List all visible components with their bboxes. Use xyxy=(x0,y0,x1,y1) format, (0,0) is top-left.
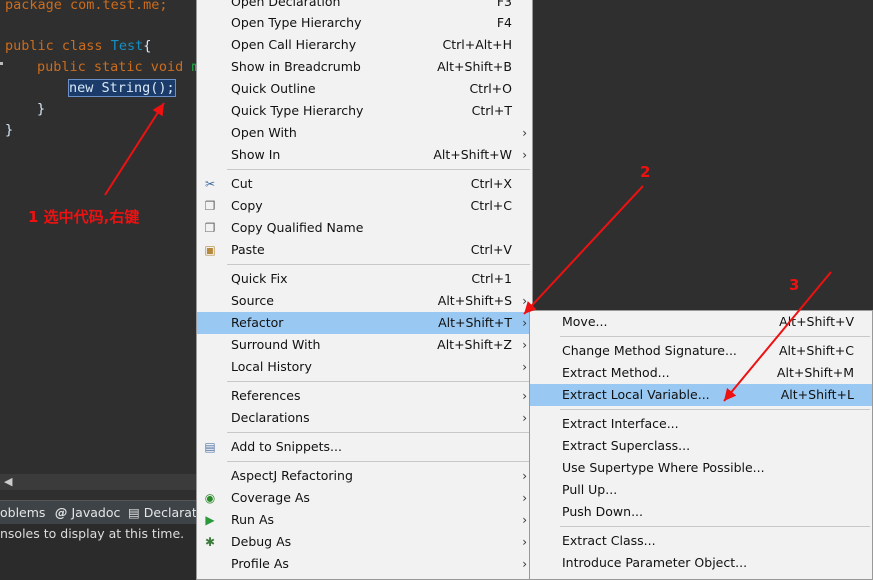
arrow-step-1 xyxy=(104,102,165,196)
arrow-step-3 xyxy=(723,271,832,402)
arrow-step-2 xyxy=(523,185,644,315)
annotation-arrows xyxy=(104,102,832,402)
